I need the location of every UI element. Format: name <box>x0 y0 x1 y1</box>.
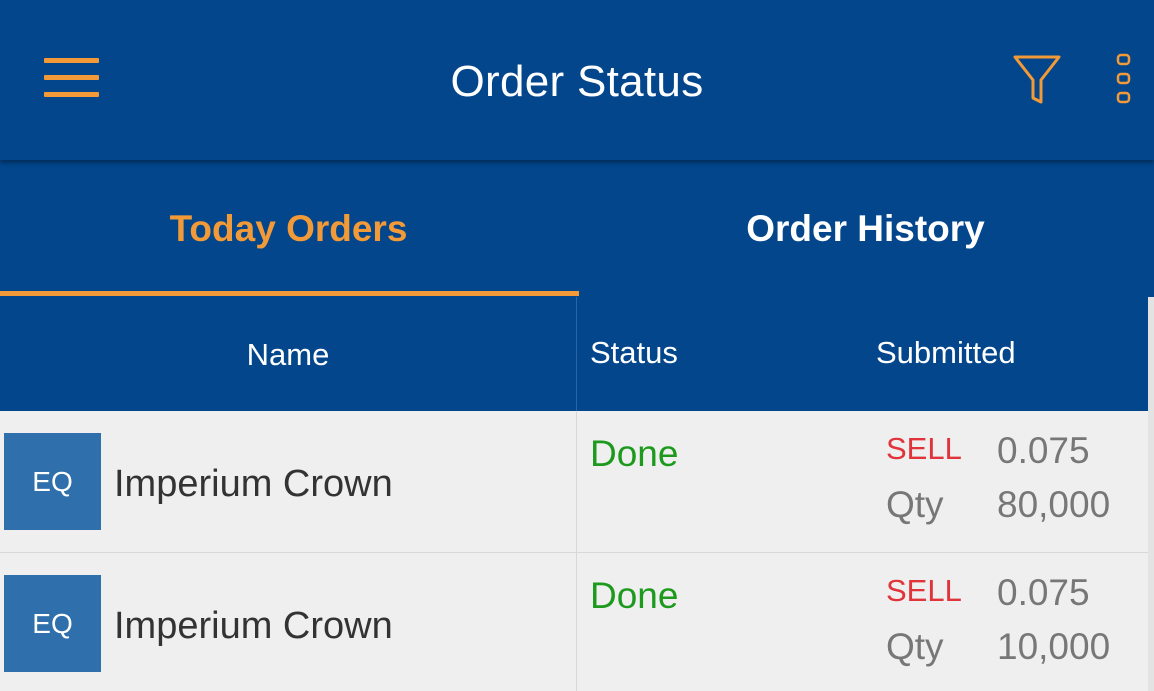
column-divider <box>576 553 577 691</box>
order-side: SELL <box>886 573 962 608</box>
scrollbar[interactable] <box>1148 297 1154 691</box>
tab-order-history[interactable]: Order History <box>577 160 1154 297</box>
quantity-value: 10,000 <box>997 626 1111 667</box>
selected-tab-indicator <box>0 291 579 296</box>
order-side: SELL <box>886 431 962 466</box>
instrument-type-badge: EQ <box>4 575 101 672</box>
column-divider <box>576 411 577 552</box>
order-price: 0.075 <box>997 572 1090 613</box>
more-options-icon[interactable] <box>1110 50 1138 110</box>
instrument-name: Imperium Crown <box>114 463 393 505</box>
column-divider <box>576 297 577 411</box>
tab-bar: Today Orders Order History <box>0 160 1154 297</box>
tab-today-orders[interactable]: Today Orders <box>0 160 577 297</box>
app-bar: Order Status <box>0 0 1154 160</box>
quantity-value: 80,000 <box>997 484 1111 525</box>
quantity-label: Qty <box>886 626 944 667</box>
order-status: Done <box>590 433 679 474</box>
order-status: Done <box>590 575 679 616</box>
instrument-name: Imperium Crown <box>114 605 393 647</box>
instrument-type-badge: EQ <box>4 433 101 530</box>
order-row[interactable]: EQ Imperium Crown Done SELL 0.075 Qty 80… <box>0 411 1154 553</box>
table-header: Name Status Submitted <box>0 297 1154 411</box>
order-row[interactable]: EQ Imperium Crown Done SELL 0.075 Qty 10… <box>0 553 1154 691</box>
page-title: Order Status <box>450 57 704 106</box>
column-header-status: Status <box>590 335 678 370</box>
filter-icon[interactable] <box>1008 52 1068 108</box>
order-price: 0.075 <box>997 430 1090 471</box>
column-header-submitted: Submitted <box>876 335 1016 370</box>
quantity-label: Qty <box>886 484 944 525</box>
column-header-name: Name <box>246 337 330 372</box>
order-list: EQ Imperium Crown Done SELL 0.075 Qty 80… <box>0 411 1154 691</box>
